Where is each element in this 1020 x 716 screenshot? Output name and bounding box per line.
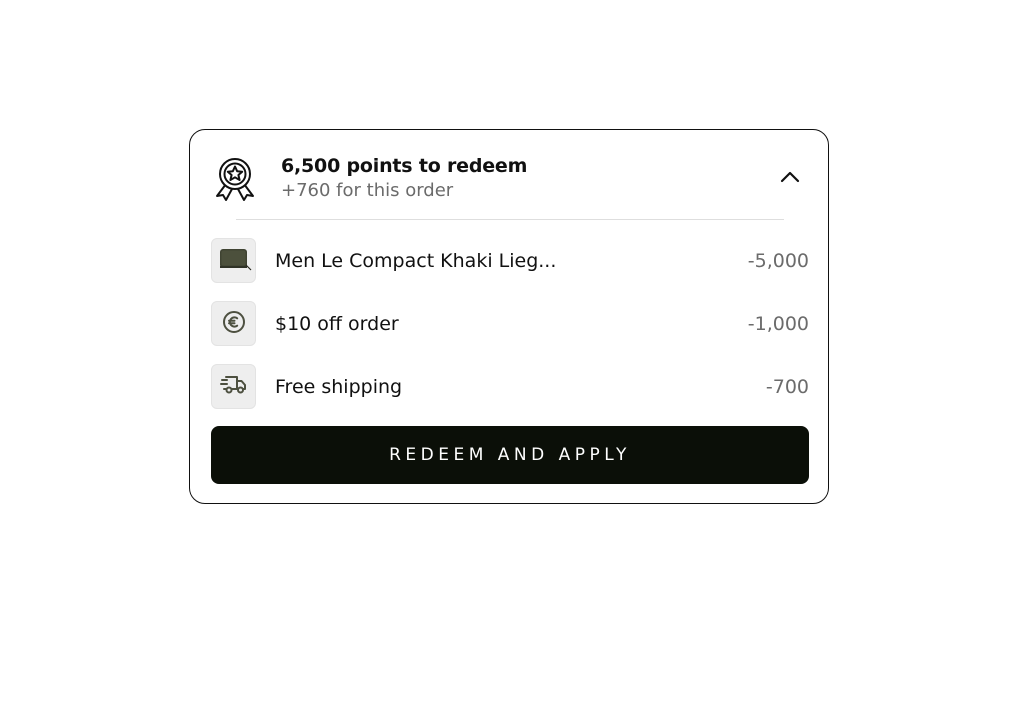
reward-list: Men Le Compact Khaki Lieg... -5,000 $10 … — [211, 237, 809, 426]
reward-points-cost: -5,000 — [747, 249, 809, 272]
reward-points-cost: -1,000 — [747, 312, 809, 335]
award-ribbon-icon — [212, 156, 258, 202]
points-title: 6,500 points to redeem — [281, 155, 528, 177]
delivery-truck-icon — [219, 373, 248, 401]
points-summary: 6,500 points to redeem +760 for this ord… — [281, 154, 527, 204]
points-header[interactable]: 6,500 points to redeem +760 for this ord… — [190, 130, 828, 220]
reward-item[interactable]: Free shipping -700 — [211, 363, 809, 410]
reward-label: Men Le Compact Khaki Lieg... — [275, 249, 557, 272]
reward-points-cost: -700 — [765, 375, 809, 398]
product-thumbnail — [211, 238, 256, 283]
collapse-toggle-button[interactable] — [776, 164, 804, 192]
chevron-up-icon — [779, 169, 801, 188]
wallet-icon — [216, 243, 252, 279]
header-divider — [236, 219, 784, 220]
points-earned-subtitle: +760 for this order — [281, 180, 454, 201]
reward-icon-tile — [211, 301, 256, 346]
euro-coin-icon — [221, 309, 247, 339]
reward-label: Free shipping — [275, 375, 403, 398]
points-redemption-card: 6,500 points to redeem +760 for this ord… — [189, 129, 829, 504]
reward-item[interactable]: $10 off order -1,000 — [211, 300, 809, 347]
redeem-and-apply-button[interactable]: REDEEM AND APPLY — [211, 426, 809, 484]
reward-label: $10 off order — [275, 312, 399, 335]
reward-icon-tile — [211, 364, 256, 409]
reward-item[interactable]: Men Le Compact Khaki Lieg... -5,000 — [211, 237, 809, 284]
